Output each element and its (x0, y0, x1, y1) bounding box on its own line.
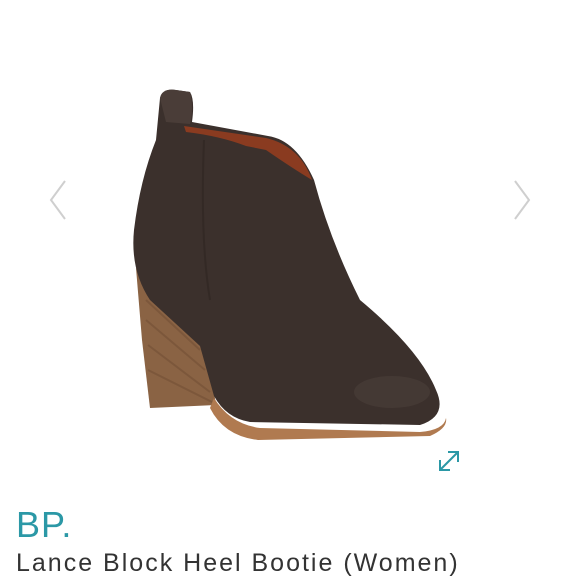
expand-icon (439, 451, 459, 471)
expand-image-button[interactable] (434, 446, 464, 476)
brand-name[interactable]: BP. (16, 505, 72, 545)
chevron-left-icon (49, 180, 66, 220)
product-image[interactable] (120, 80, 460, 460)
product-title: Lance Block Heel Bootie (Women) (16, 549, 460, 577)
image-gallery (0, 0, 580, 490)
chevron-right-icon (514, 180, 531, 220)
next-image-button[interactable] (510, 178, 534, 222)
previous-image-button[interactable] (46, 178, 70, 222)
